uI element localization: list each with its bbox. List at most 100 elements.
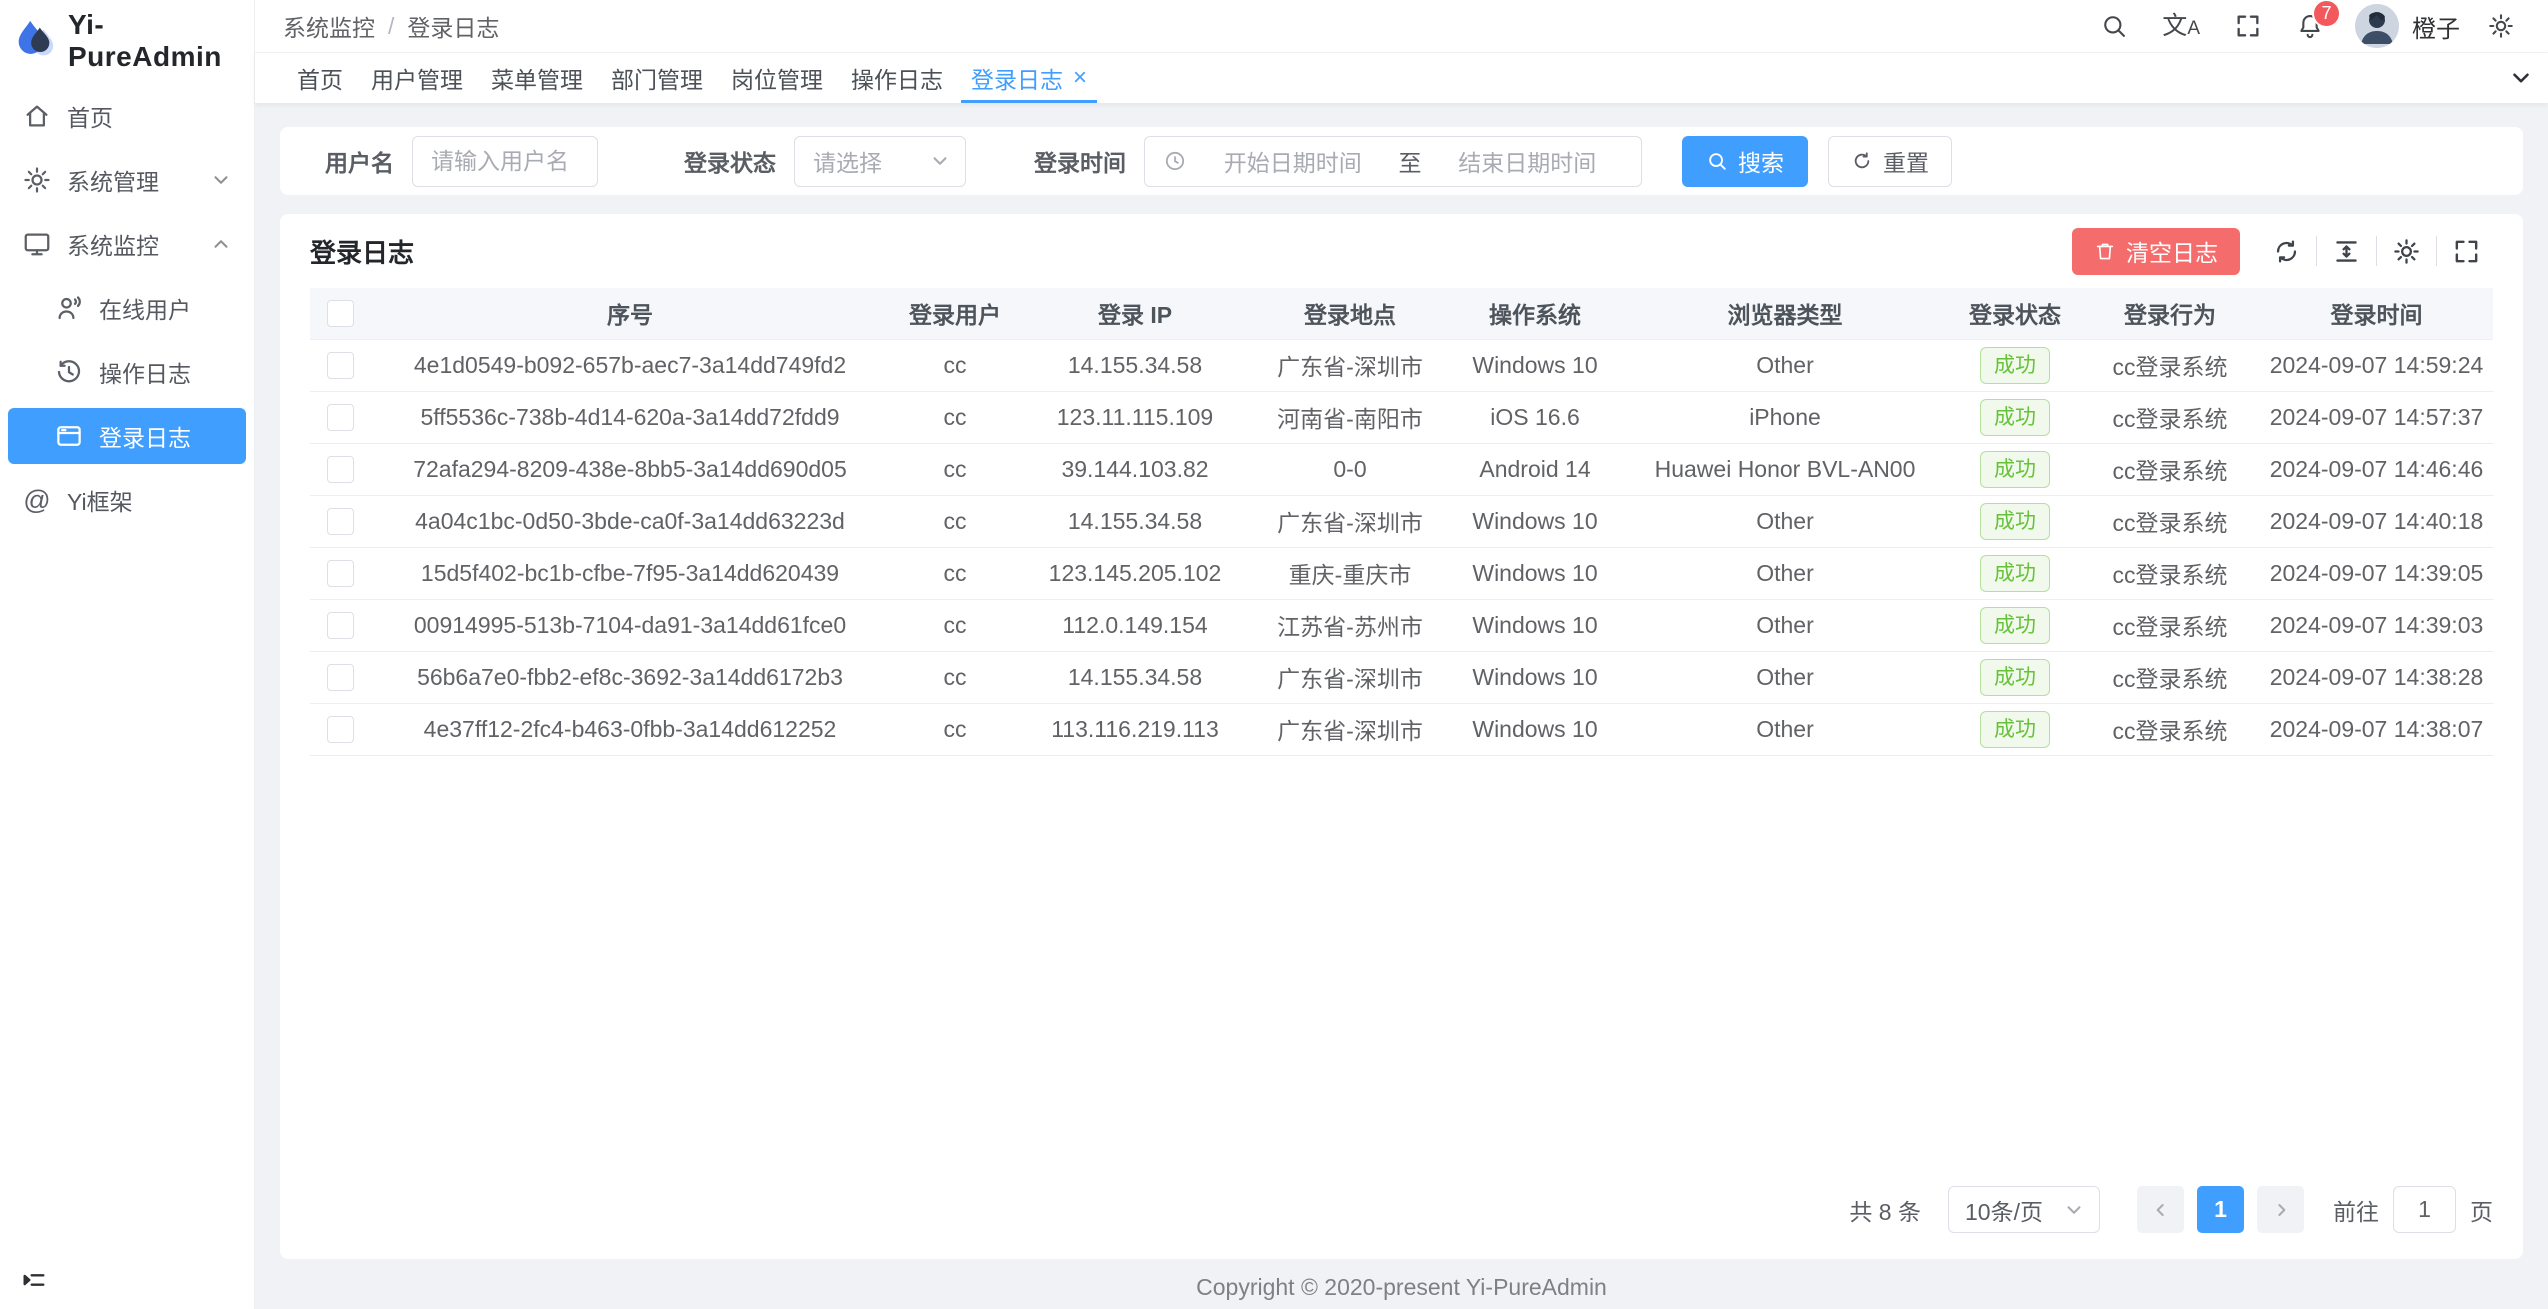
tab-menu-management[interactable]: 菜单管理 bbox=[477, 53, 597, 103]
logo[interactable]: Yi-PureAdmin bbox=[0, 0, 254, 82]
login-log-card: 登录日志 清空日志 bbox=[280, 214, 2523, 1259]
cell-serial: 00914995-513b-7104-da91-3a14dd61fce0 bbox=[370, 599, 890, 651]
login-time-range-picker[interactable]: 开始日期时间 至 结束日期时间 bbox=[1144, 136, 1642, 187]
cell-behavior: cc登录系统 bbox=[2080, 339, 2260, 391]
cell-browser: Other bbox=[1620, 703, 1950, 755]
status-badge: 成功 bbox=[1980, 555, 2050, 592]
breadcrumb-separator: / bbox=[388, 13, 394, 40]
settings-gear-icon[interactable] bbox=[2487, 12, 2515, 40]
username-input[interactable] bbox=[412, 136, 598, 187]
clear-logs-button[interactable]: 清空日志 bbox=[2072, 228, 2240, 275]
cell-os: iOS 16.6 bbox=[1450, 391, 1620, 443]
login-status-select[interactable]: 请选择 bbox=[794, 136, 966, 187]
column-settings-gear-icon[interactable] bbox=[2392, 237, 2421, 266]
home-icon bbox=[22, 101, 52, 131]
tab-close-icon[interactable]: × bbox=[1073, 66, 1087, 90]
online-user-icon bbox=[54, 293, 84, 323]
tab-post-management[interactable]: 岗位管理 bbox=[717, 53, 837, 103]
cell-browser: Other bbox=[1620, 651, 1950, 703]
cell-status: 成功 bbox=[1950, 547, 2080, 599]
table-header-row: 序号 登录用户 登录 IP 登录地点 操作系统 浏览器类型 登录状态 登录行为 … bbox=[310, 288, 2493, 339]
goto-page-input[interactable] bbox=[2393, 1186, 2456, 1233]
refresh-icon bbox=[1851, 150, 1873, 172]
fullscreen-icon[interactable] bbox=[2234, 12, 2262, 40]
translate-icon[interactable]: 文A bbox=[2162, 14, 2200, 39]
at-icon: @ bbox=[22, 485, 52, 516]
start-date-placeholder[interactable]: 开始日期时间 bbox=[1197, 144, 1389, 178]
tab-user-management[interactable]: 用户管理 bbox=[357, 53, 477, 103]
notification-bell-icon[interactable]: 7 bbox=[2296, 12, 2324, 40]
search-button[interactable]: 搜索 bbox=[1682, 136, 1808, 187]
column-header-os: 操作系统 bbox=[1450, 288, 1620, 339]
row-checkbox[interactable] bbox=[327, 508, 354, 535]
table-row: 15d5f402-bc1b-cfbe-7f95-3a14dd620439 cc … bbox=[310, 547, 2493, 599]
status-badge: 成功 bbox=[1980, 503, 2050, 540]
tab-dept-management[interactable]: 部门管理 bbox=[597, 53, 717, 103]
cell-os: Windows 10 bbox=[1450, 339, 1620, 391]
cell-browser: Other bbox=[1620, 495, 1950, 547]
cell-serial: 4e37ff12-2fc4-b463-0fbb-3a14dd612252 bbox=[370, 703, 890, 755]
end-date-placeholder[interactable]: 结束日期时间 bbox=[1432, 144, 1624, 178]
cell-ip: 113.116.219.113 bbox=[1020, 703, 1250, 755]
row-density-icon[interactable] bbox=[2332, 237, 2361, 266]
cell-behavior: cc登录系统 bbox=[2080, 443, 2260, 495]
sidebar-item-online-users[interactable]: 在线用户 bbox=[8, 280, 246, 336]
cell-location: 广东省-深圳市 bbox=[1250, 651, 1450, 703]
card-title: 登录日志 bbox=[310, 233, 414, 270]
select-all-checkbox[interactable] bbox=[327, 300, 354, 327]
row-checkbox[interactable] bbox=[327, 560, 354, 587]
sidebar-menu: 首页 系统管理 系统监控 在线用户 操作日志 bbox=[0, 82, 254, 1251]
top-navbar: 系统监控 / 登录日志 文A 7 bbox=[255, 0, 2548, 53]
main-column: 系统监控 / 登录日志 文A 7 bbox=[255, 0, 2548, 1309]
row-checkbox[interactable] bbox=[327, 352, 354, 379]
tabs: 首页 用户管理 菜单管理 部门管理 岗位管理 操作日志 登录日志 × bbox=[283, 53, 2498, 103]
cell-location: 0-0 bbox=[1250, 443, 1450, 495]
sidebar-item-label: 系统监控 bbox=[67, 227, 159, 261]
row-checkbox-cell bbox=[310, 651, 370, 703]
next-page-button[interactable] bbox=[2257, 1186, 2304, 1233]
sidebar-item-label: 登录日志 bbox=[99, 419, 191, 453]
cell-status: 成功 bbox=[1950, 599, 2080, 651]
cell-ip: 123.145.205.102 bbox=[1020, 547, 1250, 599]
cell-serial: 15d5f402-bc1b-cfbe-7f95-3a14dd620439 bbox=[370, 547, 890, 599]
refresh-table-icon[interactable] bbox=[2272, 237, 2301, 266]
page-unit-label: 页 bbox=[2470, 1193, 2493, 1227]
sidebar-item-home[interactable]: 首页 bbox=[8, 88, 246, 144]
row-checkbox[interactable] bbox=[327, 612, 354, 639]
cell-behavior: cc登录系统 bbox=[2080, 599, 2260, 651]
breadcrumb: 系统监控 / 登录日志 bbox=[283, 9, 499, 43]
tab-home[interactable]: 首页 bbox=[283, 53, 357, 103]
row-checkbox[interactable] bbox=[327, 716, 354, 743]
cell-time: 2024-09-07 14:38:07 bbox=[2260, 703, 2493, 755]
row-checkbox[interactable] bbox=[327, 456, 354, 483]
table-row: 4e37ff12-2fc4-b463-0fbb-3a14dd612252 cc … bbox=[310, 703, 2493, 755]
user-menu[interactable]: 橙子 bbox=[2355, 4, 2460, 48]
prev-page-button[interactable] bbox=[2137, 1186, 2184, 1233]
reset-button[interactable]: 重置 bbox=[1828, 136, 1952, 187]
row-checkbox[interactable] bbox=[327, 664, 354, 691]
cell-status: 成功 bbox=[1950, 443, 2080, 495]
cell-browser: Other bbox=[1620, 339, 1950, 391]
cell-ip: 39.144.103.82 bbox=[1020, 443, 1250, 495]
column-header-location: 登录地点 bbox=[1250, 288, 1450, 339]
sidebar-item-operation-logs[interactable]: 操作日志 bbox=[8, 344, 246, 400]
status-badge: 成功 bbox=[1980, 659, 2050, 696]
row-checkbox[interactable] bbox=[327, 404, 354, 431]
sidebar-item-system-monitor[interactable]: 系统监控 bbox=[8, 216, 246, 272]
cell-os: Windows 10 bbox=[1450, 651, 1620, 703]
sidebar-item-login-logs[interactable]: 登录日志 bbox=[8, 408, 246, 464]
tab-operation-logs[interactable]: 操作日志 bbox=[837, 53, 957, 103]
page-size-select[interactable]: 10条/页 bbox=[1948, 1186, 2100, 1233]
collapse-sidebar-icon[interactable] bbox=[20, 1266, 48, 1294]
cell-ip: 14.155.34.58 bbox=[1020, 651, 1250, 703]
tab-login-logs[interactable]: 登录日志 × bbox=[957, 53, 1101, 103]
sidebar-item-system-management[interactable]: 系统管理 bbox=[8, 152, 246, 208]
search-icon[interactable] bbox=[2100, 12, 2128, 40]
breadcrumb-parent[interactable]: 系统监控 bbox=[283, 9, 375, 43]
row-checkbox-cell bbox=[310, 703, 370, 755]
page-number-button[interactable]: 1 bbox=[2197, 1186, 2244, 1233]
tabs-more-chevron-icon[interactable] bbox=[2498, 65, 2544, 91]
table-fullscreen-icon[interactable] bbox=[2452, 237, 2481, 266]
chevron-down-icon bbox=[929, 150, 951, 172]
sidebar-item-yi-framework[interactable]: @ Yi框架 bbox=[8, 472, 246, 528]
